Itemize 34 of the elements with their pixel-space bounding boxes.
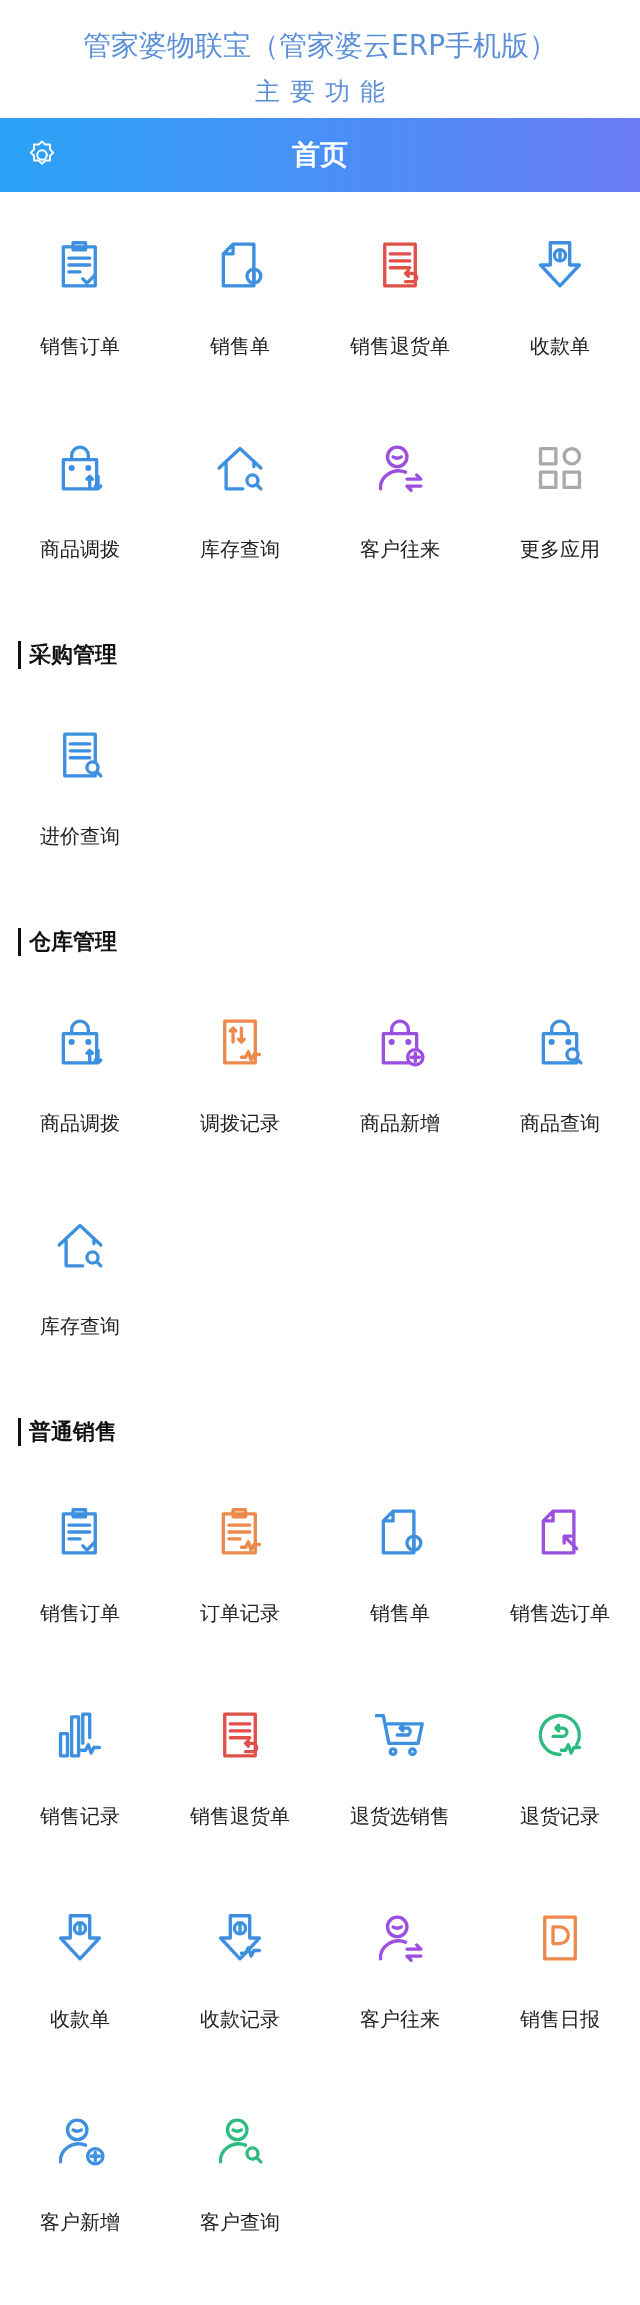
menu-tile[interactable]: 调拨记录 [160,972,320,1175]
menu-tile[interactable]: 销售退货单 [320,195,480,398]
menu-tile[interactable]: 收款记录 [160,1868,320,2071]
menu-tile[interactable]: 更多应用 [480,398,640,601]
menu-tile[interactable]: 收款单 [0,1868,160,2071]
section-title: 仓库管理 [18,928,117,956]
menu-tile[interactable]: 商品新增 [320,972,480,1175]
menu-tile[interactable]: 进价查询 [0,685,160,888]
menu-tile[interactable]: 退货选销售 [320,1665,480,1868]
section-title: 采购管理 [18,641,117,669]
menu-tile[interactable]: 客户往来 [320,398,480,601]
menu-tile[interactable]: 库存查询 [0,1175,160,1378]
menu-tile[interactable]: 商品查询 [480,972,640,1175]
menu-tile[interactable]: 销售单 [160,195,320,398]
nav-title: 首页 [291,137,349,173]
menu-tile[interactable]: 销售订单 [0,1462,160,1665]
menu-tile[interactable]: 商品调拨 [0,972,160,1175]
menu-tile[interactable]: 客户新增 [0,2071,160,2274]
menu-tile[interactable]: 销售日报 [480,1868,640,2071]
section-title: 普通销售 [18,1418,117,1446]
menu-tile[interactable]: 商品调拨 [0,398,160,601]
menu-tile[interactable]: 订单记录 [160,1462,320,1665]
page-subtitle: 主要功能 [254,76,395,108]
menu-tile[interactable]: 销售订单 [0,195,160,398]
menu-tile[interactable]: 收款单 [480,195,640,398]
menu-tile[interactable]: 销售单 [320,1462,480,1665]
menu-tile[interactable]: 销售退货单 [160,1665,320,1868]
menu-tile[interactable]: 退货记录 [480,1665,640,1868]
menu-tile[interactable]: 客户查询 [160,2071,320,2274]
menu-tile[interactable]: 库存查询 [160,398,320,601]
page-title: 管家婆物联宝（管家婆云ERP手机版） [83,28,557,64]
menu-tile[interactable]: 销售记录 [0,1665,160,1868]
menu-tile[interactable]: 客户往来 [320,1868,480,2071]
menu-tile[interactable]: 销售选订单 [480,1462,640,1665]
